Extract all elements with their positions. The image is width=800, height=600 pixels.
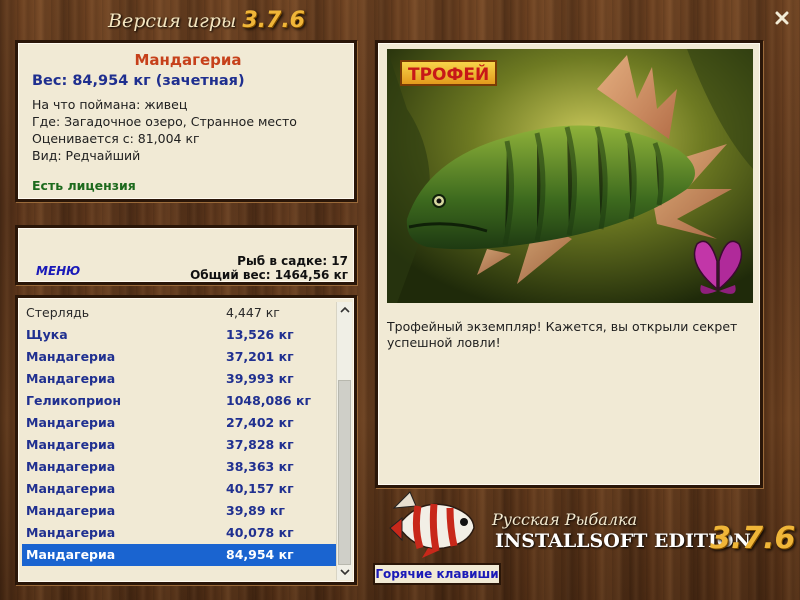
scrollbar-thumb[interactable] <box>338 380 351 565</box>
catch-fish-weight: 40,157 кг <box>226 481 294 496</box>
catch-list: Стерлядь 4,447 кг Щука 13,526 кг Мандагериа 3… <box>22 302 338 566</box>
title-bar: Версия игры 3.7.6 <box>0 0 800 36</box>
catch-list-row[interactable]: Мандагериа 84,954 кг <box>22 544 338 566</box>
logo-version: 3.7.6 <box>710 521 796 556</box>
catch-list-panel: Стерлядь 4,447 кг Щука 13,526 кг Мандагериа 3… <box>15 295 357 585</box>
catch-fish-name: Мандагериа <box>26 415 116 430</box>
title-version: 3.7.6 <box>242 8 305 33</box>
rarity-info: Вид: Редчайший <box>32 148 141 163</box>
license-status: Есть лицензия <box>32 178 136 193</box>
chevron-down-icon[interactable] <box>337 564 353 580</box>
catch-fish-name: Мандагериа <box>26 525 116 540</box>
catch-fish-name: Мандагериа <box>26 459 116 474</box>
catch-fish-name: Щука <box>26 327 68 342</box>
trophy-description: Трофейный экземпляр! Кажется, вы открыли… <box>387 319 738 350</box>
catch-fish-name: Мандагериа <box>26 503 116 518</box>
catch-fish-weight: 4,447 кг <box>226 305 280 320</box>
bait-info: На что поймана: живец <box>32 97 188 112</box>
value-info: Оценивается с: 81,004 кг <box>32 131 200 146</box>
catch-fish-weight: 27,402 кг <box>226 415 294 430</box>
catch-fish-weight: 37,828 кг <box>226 437 294 452</box>
fish-image: ТРОФЕЙ <box>387 49 753 303</box>
fish-weight: Вес: 84,954 кг (зачетная) <box>32 73 245 89</box>
catch-list-row[interactable]: Мандагериа 37,201 кг <box>22 346 338 368</box>
catch-list-row[interactable]: Мандагериа 39,993 кг <box>22 368 338 390</box>
location-info: Где: Загадочное озеро, Странное место <box>32 114 297 129</box>
fish-logo-icon <box>388 488 480 558</box>
fish-name: Мандагериа <box>134 51 242 69</box>
total-weight: Общий вес: 1464,56 кг <box>190 268 348 282</box>
trophy-panel: ТРОФЕЙ Трофейный экземпляр! Кажется, вы … <box>375 40 763 488</box>
catch-fish-name: Мандагериа <box>26 349 116 364</box>
catch-list-row[interactable]: Мандагериа 39,89 кг <box>22 500 338 522</box>
menu-panel: МЕНЮ Рыб в садке: 17 Общий вес: 1464,56 … <box>15 225 357 285</box>
close-icon[interactable] <box>772 8 792 28</box>
trophy-badge: ТРОФЕЙ <box>400 60 498 86</box>
catch-list-row[interactable]: Мандагериа 37,828 кг <box>22 434 338 456</box>
catch-fish-weight: 84,954 кг <box>226 547 294 562</box>
catch-fish-name: Мандагериа <box>26 481 116 496</box>
chevron-up-icon[interactable] <box>337 302 353 318</box>
catch-fish-weight: 39,89 кг <box>226 503 285 518</box>
catch-list-row[interactable]: Мандагериа 40,157 кг <box>22 478 338 500</box>
catch-fish-name: Мандагериа <box>26 437 116 452</box>
catch-fish-name: Мандагериа <box>26 371 116 386</box>
window-title: Версия игры 3.7.6 <box>108 8 305 33</box>
catch-fish-weight: 39,993 кг <box>226 371 294 386</box>
catch-fish-weight: 38,363 кг <box>226 459 294 474</box>
catch-fish-weight: 37,201 кг <box>226 349 294 364</box>
catch-list-row[interactable]: Мандагериа 40,078 кг <box>22 522 338 544</box>
catch-fish-name: Геликоприон <box>26 393 121 408</box>
catch-list-row[interactable]: Мандагериа 38,363 кг <box>22 456 338 478</box>
fish-info-panel: Мандагериа Вес: 84,954 кг (зачетная) На … <box>15 40 357 202</box>
title-prefix: Версия игры <box>108 10 237 32</box>
catch-fish-name: Мандагериа <box>26 547 116 562</box>
hotkeys-button[interactable]: Горячие клавиши <box>373 563 501 585</box>
keepnet-stats: Рыб в садке: 17 Общий вес: 1464,56 кг <box>190 254 348 282</box>
catch-list-row[interactable]: Мандагериа 27,402 кг <box>22 412 338 434</box>
menu-button[interactable]: МЕНЮ <box>36 264 80 278</box>
catch-list-row[interactable]: Щука 13,526 кг <box>22 324 338 346</box>
catch-list-row[interactable]: Геликоприон 1048,086 кг <box>22 390 338 412</box>
catch-fish-weight: 1048,086 кг <box>226 393 311 408</box>
logo-brand: Русская Рыбалка <box>492 510 638 529</box>
catch-list-row[interactable]: Стерлядь 4,447 кг <box>22 302 338 324</box>
scrollbar[interactable] <box>336 302 352 580</box>
fish-count: Рыб в садке: 17 <box>237 254 348 268</box>
catch-fish-name: Стерлядь <box>26 305 90 320</box>
catch-fish-weight: 40,078 кг <box>226 525 294 540</box>
catch-fish-weight: 13,526 кг <box>226 327 294 342</box>
